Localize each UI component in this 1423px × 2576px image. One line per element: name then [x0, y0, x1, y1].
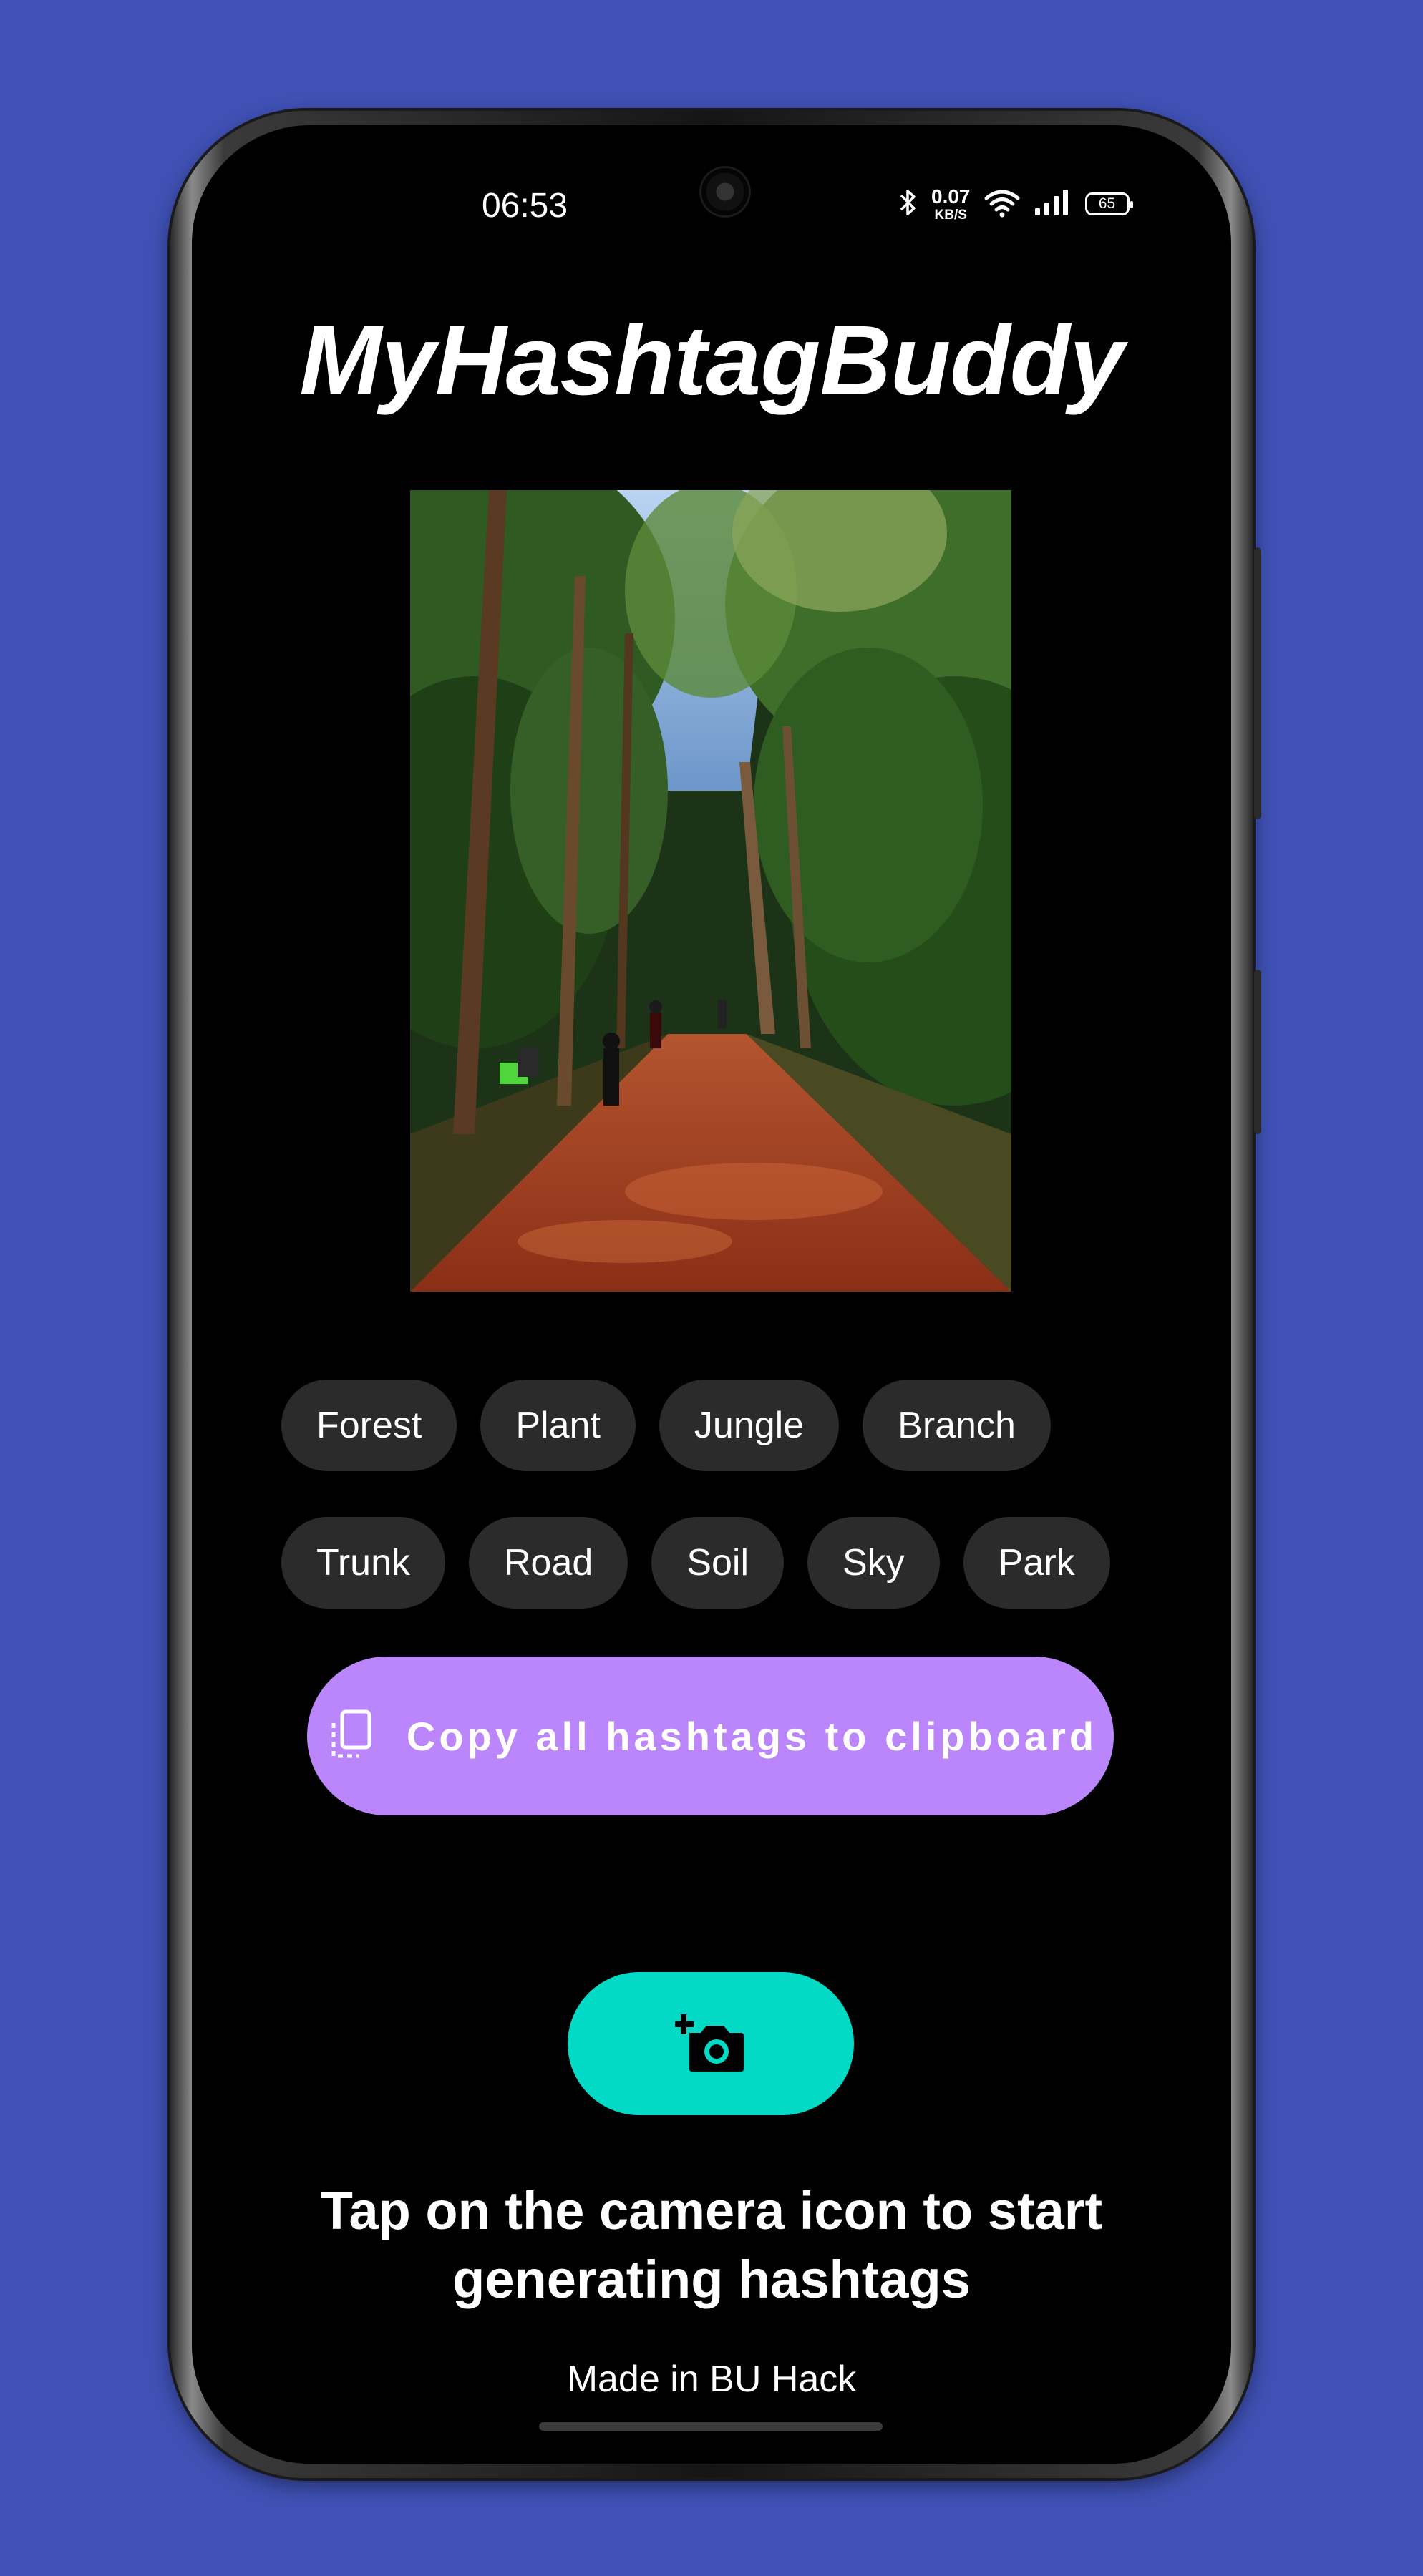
hashtag-chip-forest[interactable]: Forest — [281, 1380, 457, 1471]
copy-button-label: Copy all hashtags to clipboard — [406, 1713, 1098, 1759]
status-time: 06:53 — [481, 187, 568, 225]
copy-icon — [324, 1706, 381, 1767]
instruction-line-2: generating hashtags — [452, 2250, 971, 2309]
hashtag-chip-jungle[interactable]: Jungle — [659, 1380, 840, 1471]
power-button — [1254, 970, 1261, 1134]
hashtag-chip-branch[interactable]: Branch — [863, 1380, 1051, 1471]
status-icons: 0.07 KB/S 65 — [897, 182, 1133, 225]
instruction-text: Tap on the camera icon to start generati… — [192, 2177, 1231, 2314]
wifi-icon — [984, 187, 1021, 222]
hashtag-chip-park[interactable]: Park — [963, 1517, 1110, 1609]
hashtag-row-1: Forest Plant Jungle Branch — [281, 1380, 1051, 1471]
copy-hashtags-button[interactable]: Copy all hashtags to clipboard — [307, 1657, 1114, 1815]
front-camera — [701, 168, 749, 215]
app-title: MyHashtagBuddy — [299, 306, 1124, 416]
battery-level: 65 — [1098, 195, 1116, 212]
hashtag-chip-sky[interactable]: Sky — [807, 1517, 940, 1609]
home-indicator[interactable] — [539, 2422, 883, 2431]
add-camera-icon — [674, 2010, 747, 2078]
captured-photo — [410, 490, 1011, 1292]
bluetooth-icon — [897, 187, 918, 222]
hashtag-chip-plant[interactable]: Plant — [480, 1380, 636, 1471]
add-photo-camera-button[interactable] — [568, 1972, 854, 2115]
footer-credit: Made in BU Hack — [566, 2358, 857, 2400]
phone-frame: 06:53 0.07 KB/S 65 MyHashtagBuddy Forest… — [170, 111, 1261, 2478]
forest-photo-image — [410, 490, 1011, 1292]
hashtag-row-2: Trunk Road Soil Sky Park — [281, 1517, 1110, 1609]
hashtag-chip-trunk[interactable]: Trunk — [281, 1517, 445, 1609]
volume-button — [1254, 547, 1261, 819]
instruction-line-1: Tap on the camera icon to start — [320, 2181, 1103, 2240]
hashtag-chip-soil[interactable]: Soil — [651, 1517, 785, 1609]
phone-screen: 06:53 0.07 KB/S 65 MyHashtagBuddy Forest… — [192, 125, 1231, 2464]
network-speed-value: 0.07 — [931, 185, 971, 208]
network-speed: 0.07 KB/S — [931, 185, 971, 223]
battery-icon: 65 — [1084, 192, 1133, 215]
hashtag-chip-road[interactable]: Road — [469, 1517, 628, 1609]
network-speed-unit: KB/S — [934, 207, 967, 223]
signal-icon — [1034, 187, 1072, 222]
